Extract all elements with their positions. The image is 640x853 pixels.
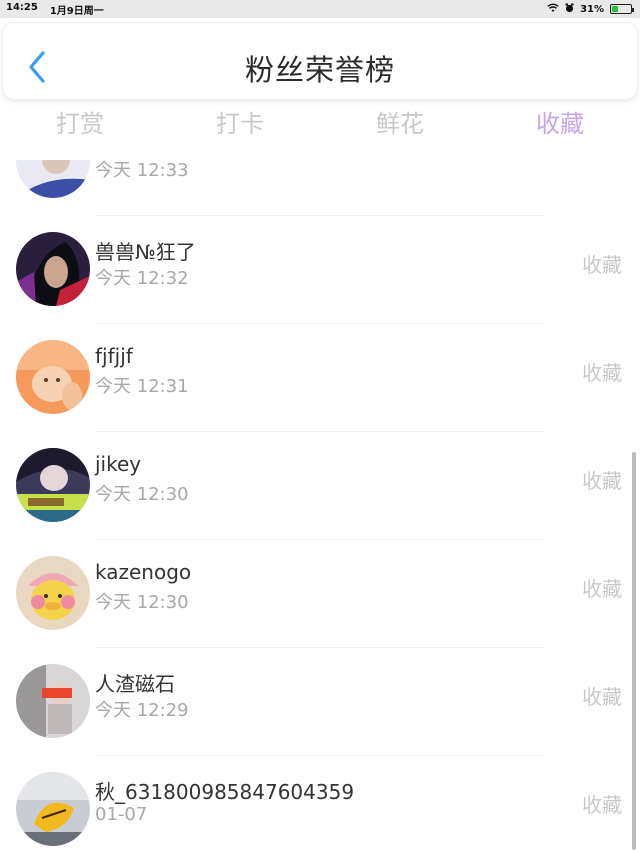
wifi-icon bbox=[547, 3, 559, 16]
list-item[interactable]: fjfjjf 今天 12:31 收藏 bbox=[0, 324, 640, 432]
avatar bbox=[16, 664, 90, 738]
timestamp: 今天 12:29 bbox=[95, 700, 189, 721]
timestamp: 今天 12:30 bbox=[95, 484, 189, 505]
favorite-label[interactable]: 收藏 bbox=[582, 789, 622, 818]
navigation-bar: 粉丝荣誉榜 bbox=[2, 22, 638, 100]
favorite-label[interactable]: 收藏 bbox=[582, 465, 622, 494]
avatar bbox=[16, 772, 90, 846]
username: 秋_631800985847604359 bbox=[95, 780, 355, 804]
avatar bbox=[16, 556, 90, 630]
scrollbar[interactable] bbox=[632, 452, 636, 850]
list-item[interactable]: 今天 12:33 bbox=[0, 160, 640, 216]
fan-list[interactable]: 今天 12:33 兽兽№狂了 今天 12:32 收藏 fjfjjf 今天 12:… bbox=[0, 160, 640, 853]
username: 人渣磁石 bbox=[95, 672, 175, 696]
tab-reward[interactable]: 打赏 bbox=[0, 104, 160, 148]
list-item[interactable]: 人渣磁石 今天 12:29 收藏 bbox=[0, 648, 640, 756]
timestamp: 今天 12:32 bbox=[95, 268, 189, 289]
list-item[interactable]: kazenogo 今天 12:30 收藏 bbox=[0, 540, 640, 648]
avatar bbox=[16, 340, 90, 414]
avatar bbox=[16, 160, 90, 198]
timestamp: 今天 12:30 bbox=[95, 592, 189, 613]
favorite-label[interactable]: 收藏 bbox=[582, 357, 622, 386]
list-item[interactable]: 兽兽№狂了 今天 12:32 收藏 bbox=[0, 216, 640, 324]
list-item[interactable]: 秋_631800985847604359 01-07 收藏 bbox=[0, 756, 640, 853]
timestamp: 今天 12:33 bbox=[95, 160, 189, 181]
tab-bar: 打赏 打卡 鲜花 收藏 bbox=[0, 104, 640, 148]
tab-favorites[interactable]: 收藏 bbox=[480, 104, 640, 148]
avatar bbox=[16, 448, 90, 522]
timestamp: 今天 12:31 bbox=[95, 376, 189, 397]
favorite-label[interactable]: 收藏 bbox=[582, 681, 622, 710]
status-time: 14:25 bbox=[6, 1, 38, 13]
status-date: 1月9日周一 bbox=[49, 5, 104, 17]
username: jikey bbox=[95, 452, 142, 476]
battery-percent: 31% bbox=[580, 3, 604, 15]
avatar bbox=[16, 232, 90, 306]
timestamp: 01-07 bbox=[95, 804, 148, 825]
tab-flowers[interactable]: 鲜花 bbox=[320, 104, 480, 148]
username: kazenogo bbox=[95, 560, 192, 584]
alarm-icon bbox=[565, 3, 574, 16]
battery-icon bbox=[610, 4, 634, 14]
favorite-label[interactable]: 收藏 bbox=[582, 573, 622, 602]
favorite-label[interactable]: 收藏 bbox=[582, 249, 622, 278]
username: fjfjjf bbox=[95, 344, 133, 368]
battery-level bbox=[612, 6, 618, 12]
page-title: 粉丝荣誉榜 bbox=[244, 53, 395, 87]
status-bar: 14:25 1月9日周一 31% bbox=[0, 0, 640, 18]
username: 兽兽№狂了 bbox=[95, 240, 196, 264]
tab-checkin[interactable]: 打卡 bbox=[160, 104, 320, 148]
list-item[interactable]: jikey 今天 12:30 收藏 bbox=[0, 432, 640, 540]
